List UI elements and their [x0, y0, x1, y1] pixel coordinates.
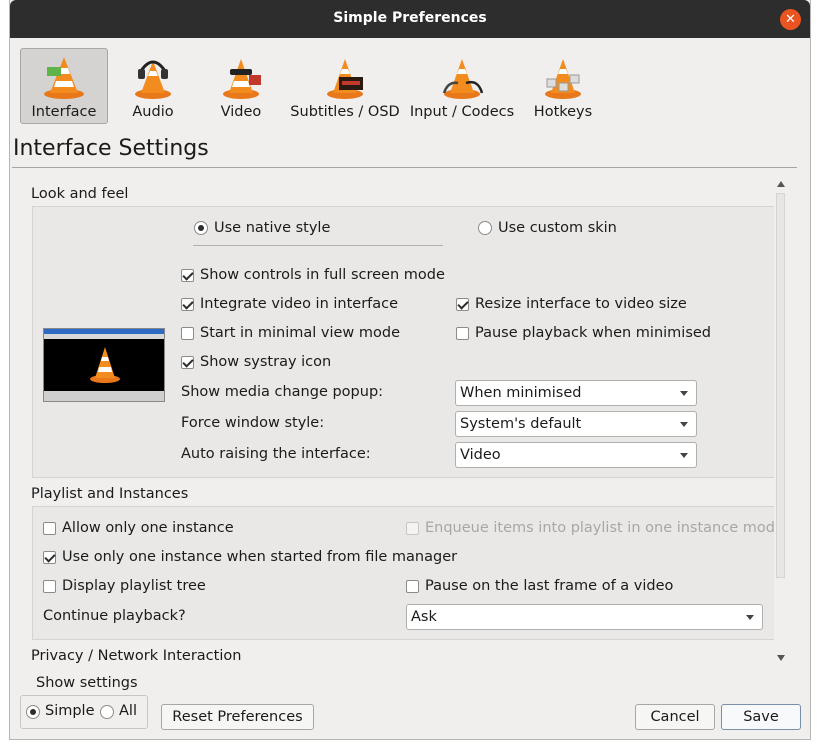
panel-divider	[12, 167, 797, 168]
pause-last-frame-label: Pause on the last frame of a video	[425, 578, 674, 594]
pause-last-frame-checkbox[interactable]	[406, 580, 419, 593]
window-title: Simple Preferences	[333, 10, 487, 26]
auto-raise-select[interactable]: Video	[455, 442, 697, 468]
category-input-codecs[interactable]: Input / Codecs	[408, 48, 516, 124]
minimal-view-checkbox[interactable]	[181, 327, 194, 340]
playlist-tree-checkbox[interactable]	[43, 580, 56, 593]
auto-raise-value: Video	[460, 447, 501, 463]
chevron-down-icon	[680, 391, 688, 396]
scroll-up-icon[interactable]	[777, 181, 785, 187]
all-label: All	[119, 703, 137, 719]
scroll-down-icon[interactable]	[777, 655, 785, 661]
interface-cone-icon	[44, 57, 84, 99]
close-icon: ✕	[785, 12, 796, 27]
close-button[interactable]: ✕	[780, 9, 801, 30]
category-subtitles[interactable]: Subtitles / OSD	[288, 48, 402, 124]
resize-interface-checkbox[interactable]	[456, 298, 469, 311]
fullscreen-controls-checkbox[interactable]	[181, 269, 194, 282]
cancel-button[interactable]: Cancel	[635, 704, 715, 730]
one-instance-label: Allow only one instance	[62, 520, 234, 536]
media-popup-select[interactable]: When minimised	[455, 380, 697, 406]
chevron-down-icon	[680, 453, 688, 458]
category-video[interactable]: Video	[200, 48, 282, 124]
playlist-tree-label: Display playlist tree	[62, 578, 206, 594]
category-label: Subtitles / OSD	[290, 104, 400, 120]
integrate-video-label: Integrate video in interface	[200, 296, 399, 312]
custom-skin-label: Use custom skin	[498, 220, 617, 236]
category-label: Audio	[132, 104, 174, 120]
save-button[interactable]: Save	[721, 704, 801, 730]
media-popup-label: Show media change popup:	[181, 384, 384, 400]
native-style-label: Use native style	[214, 220, 331, 236]
window-style-label: Force window style:	[181, 415, 325, 431]
category-hotkeys[interactable]: Hotkeys	[522, 48, 604, 124]
vlc-cone-icon	[90, 347, 120, 383]
category-interface[interactable]: Interface	[20, 48, 108, 124]
chevron-down-icon	[680, 422, 688, 427]
subtitles-cone-icon	[327, 59, 363, 99]
enqueue-checkbox[interactable]	[406, 522, 419, 535]
custom-skin-radio[interactable]	[478, 221, 492, 235]
panel-title: Interface Settings	[13, 136, 209, 161]
title-bar[interactable]: Simple Preferences ✕	[10, 0, 810, 38]
window-style-select[interactable]: System's default	[455, 411, 697, 437]
continue-playback-value: Ask	[411, 609, 437, 625]
input-cone-icon	[442, 59, 484, 99]
media-popup-value: When minimised	[460, 385, 582, 401]
continue-playback-label: Continue playback?	[43, 608, 186, 624]
audio-cone-icon	[135, 60, 171, 99]
all-radio[interactable]	[100, 705, 114, 719]
simple-label: Simple	[45, 703, 95, 719]
category-label: Hotkeys	[533, 104, 593, 120]
resize-interface-label: Resize interface to video size	[475, 296, 687, 312]
systray-label: Show systray icon	[200, 354, 332, 370]
enqueue-label: Enqueue items into playlist in one insta…	[425, 520, 784, 536]
style-preview-image	[43, 328, 165, 402]
pause-minimised-label: Pause playback when minimised	[475, 325, 711, 341]
minimal-view-label: Start in minimal view mode	[200, 325, 400, 341]
simple-radio[interactable]	[26, 705, 40, 719]
hotkeys-cone-icon	[545, 59, 581, 99]
file-manager-checkbox[interactable]	[43, 551, 56, 564]
pause-minimised-checkbox[interactable]	[456, 327, 469, 340]
systray-checkbox[interactable]	[181, 356, 194, 369]
category-audio[interactable]: Audio	[112, 48, 194, 124]
category-label: Video	[220, 104, 262, 120]
reset-preferences-button[interactable]: Reset Preferences	[161, 704, 314, 730]
one-instance-checkbox[interactable]	[43, 522, 56, 535]
vertical-scrollbar[interactable]	[774, 175, 788, 667]
style-separator	[193, 245, 443, 246]
window-style-value: System's default	[460, 416, 582, 432]
chevron-down-icon	[746, 615, 754, 620]
fullscreen-controls-label: Show controls in full screen mode	[200, 267, 445, 283]
look-and-feel-title: Look and feel	[31, 186, 129, 202]
privacy-title: Privacy / Network Interaction	[31, 648, 242, 664]
category-label: Input / Codecs	[409, 104, 515, 120]
video-cone-icon	[223, 59, 261, 99]
auto-raise-label: Auto raising the interface:	[181, 446, 371, 462]
integrate-video-checkbox[interactable]	[181, 298, 194, 311]
category-label: Interface	[31, 104, 97, 120]
file-manager-label: Use only one instance when started from …	[62, 549, 458, 565]
continue-playback-select[interactable]: Ask	[406, 604, 763, 630]
playlist-title: Playlist and Instances	[31, 486, 189, 502]
scrollbar-thumb[interactable]	[776, 193, 785, 578]
native-style-radio[interactable]	[194, 221, 208, 235]
show-settings-label: Show settings	[36, 675, 138, 691]
